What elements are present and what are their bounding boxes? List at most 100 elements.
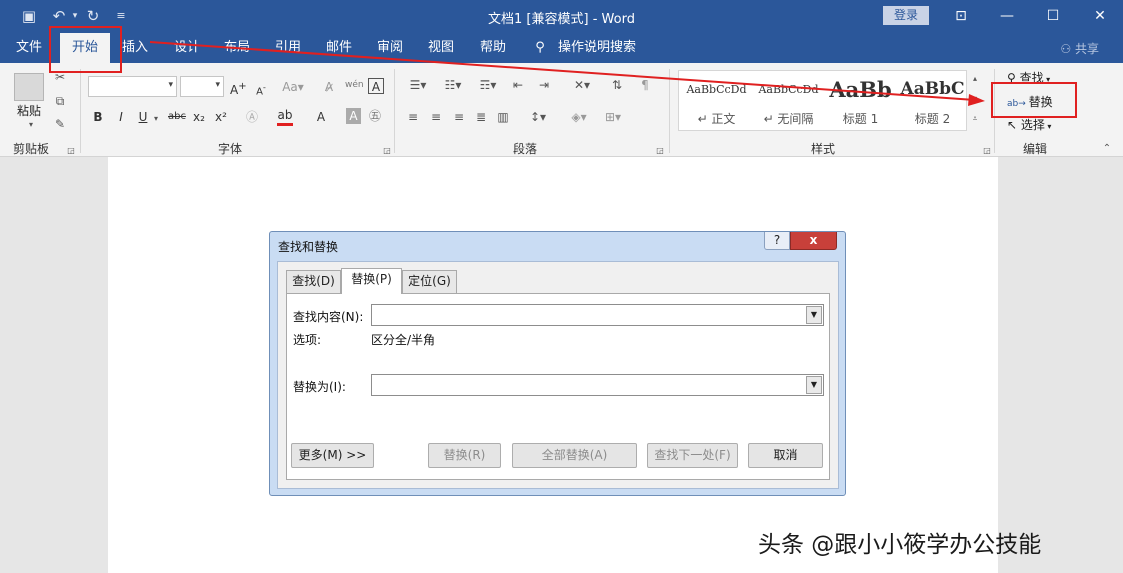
tab-goto[interactable]: 定位(G) [402,270,457,293]
separator [394,69,395,153]
styles-group-label: 样式 [810,142,835,156]
undo-dropdown-icon[interactable]: ▾ [66,7,84,25]
italic-button[interactable]: I [115,109,127,125]
chevron-down-icon[interactable]: ▼ [806,376,822,394]
superscript-button[interactable]: x² [214,109,228,125]
ribbon-tabs: 文件 开始 插入 设计 布局 引用 邮件 审阅 视图 帮助 ⚲ 操作说明搜索 ⚇… [0,33,1123,63]
phonetic-guide-icon[interactable]: wén [345,77,364,93]
chevron-down-icon: ▾ [215,80,220,90]
style-normal[interactable]: AaBbCcDd ↵ 正文 [681,71,752,130]
distributed-icon[interactable]: ▥ [495,109,511,125]
tab-find[interactable]: 查找(D) [286,270,341,293]
tab-layout[interactable]: 布局 [216,33,258,63]
styles-more-icon[interactable]: ⩡ [968,111,982,127]
find-next-button[interactable]: 查找下一处(F) [647,443,738,468]
ribbon: 粘贴 ▾ ✂ ⧉ ✎ 剪贴板 ◲ ▾ ▾ A+ A- Aa▾ A̷ wén A … [0,63,1123,157]
align-left-icon[interactable]: ≡ [405,109,421,125]
text-effects-icon[interactable]: Ⓐ [245,109,259,125]
paragraph-group-label: 段落 [512,142,537,156]
copy-icon[interactable]: ⧉ [52,93,68,109]
separator [80,69,81,153]
highlight-color-icon[interactable]: ab [277,107,293,126]
font-color-icon[interactable]: A [314,109,328,125]
replace-with-input[interactable]: ▼ [371,374,824,396]
multilevel-list-icon[interactable]: ☶▾ [475,77,501,93]
style-heading-2[interactable]: AaBbC 标题 2 [897,71,968,130]
shading-icon[interactable]: ◈▾ [566,109,592,125]
share-button[interactable]: ⚇ 共享 [1060,40,1099,57]
borders-icon[interactable]: ⊞▾ [600,109,626,125]
format-painter-icon[interactable]: ✎ [52,116,68,132]
tab-help[interactable]: 帮助 [472,33,514,63]
replace-all-button[interactable]: 全部替换(A) [512,443,637,468]
style-name: ↵ 正文 [697,112,736,126]
close-window-icon[interactable]: ✕ [1077,0,1123,32]
character-shading-icon[interactable]: A [346,108,361,124]
align-center-icon[interactable]: ≡ [428,109,444,125]
bold-button[interactable]: B [92,109,104,125]
select-button[interactable]: ↖ 选择 ▾ [1007,116,1051,133]
decrease-indent-icon[interactable]: ⇤ [510,77,526,93]
tab-review[interactable]: 审阅 [369,33,411,63]
style-heading-1[interactable]: AaBb 标题 1 [825,71,896,130]
customize-qat-icon[interactable]: ≡ [112,7,130,25]
find-what-input[interactable]: ▼ [371,304,824,326]
align-right-icon[interactable]: ≡ [451,109,467,125]
tab-references[interactable]: 引用 [267,33,309,63]
chevron-down-icon: ▾ [168,80,173,90]
sort-icon[interactable]: ⇅ [609,77,625,93]
save-icon[interactable]: ▣ [20,7,38,25]
increase-indent-icon[interactable]: ⇥ [536,77,552,93]
style-sample: AaBb [829,77,892,102]
annotation-box-home-tab [49,26,122,73]
font-name-combo[interactable]: ▾ [88,76,177,97]
styles-scroll-down-icon[interactable]: ▾ [968,91,982,107]
editing-group-label: 编辑 [1022,142,1047,156]
tab-mailings[interactable]: 邮件 [318,33,360,63]
style-sample: AaBbCcDd [758,83,819,96]
styles-scroll-up-icon[interactable]: ▴ [968,71,982,87]
subscript-button[interactable]: x₂ [192,109,206,125]
tab-view[interactable]: 视图 [420,33,462,63]
watermark-text: 头条 @跟小小筱学办公技能 [758,532,1042,558]
paste-icon[interactable] [14,73,44,101]
tab-file[interactable]: 文件 [8,33,50,63]
shrink-font-icon[interactable]: A- [254,79,268,100]
replace-button[interactable]: 替换(R) [428,443,501,468]
show-marks-icon[interactable]: ¶ [637,77,653,93]
bullets-icon[interactable]: ☰▾ [405,77,431,93]
underline-dropdown-icon[interactable]: ▾ [152,111,160,127]
strikethrough-button[interactable]: abc [166,109,188,125]
change-case-icon[interactable]: Aa▾ [280,79,306,95]
font-size-combo[interactable]: ▾ [180,76,224,97]
more-button[interactable]: 更多(M) >> [291,443,374,468]
person-icon: ⚇ [1060,42,1075,56]
justify-icon[interactable]: ≣ [473,109,489,125]
redo-icon[interactable]: ↻ [84,7,102,25]
minimize-icon[interactable]: — [984,0,1030,32]
collapse-ribbon-icon[interactable]: ⌃ [1100,141,1114,157]
tab-design[interactable]: 设计 [166,33,208,63]
tab-replace[interactable]: 替换(P) [341,268,402,294]
login-button[interactable]: 登录 [883,6,929,25]
chevron-down-icon[interactable]: ▼ [806,306,822,324]
enclose-characters-icon[interactable]: ㊄ [367,108,383,124]
close-dialog-button[interactable]: x [790,232,837,250]
help-button[interactable]: ? [764,232,790,250]
chinese-layout-icon[interactable]: ✕▾ [569,77,595,93]
style-no-spacing[interactable]: AaBbCcDd ↵ 无间隔 [753,71,824,130]
paste-dropdown-icon[interactable]: ▾ [26,117,36,133]
cancel-button[interactable]: 取消 [748,443,823,468]
line-spacing-icon[interactable]: ↕▾ [525,109,551,125]
character-border-icon[interactable]: A [368,78,384,94]
tell-me-search[interactable]: 操作说明搜索 [557,33,637,63]
maximize-icon[interactable]: ☐ [1030,0,1076,32]
clear-formatting-icon[interactable]: A̷ [321,79,337,95]
underline-button[interactable]: U [137,109,149,125]
options-label: 选项: [293,333,322,347]
style-name: 标题 1 [842,112,879,126]
grow-font-icon[interactable]: A+ [230,79,247,98]
title-bar: ▣ ↶ ▾ ↻ ≡ 文档1 [兼容模式] - Word 登录 ⊡ — ☐ ✕ [0,0,1123,33]
numbering-icon[interactable]: ☷▾ [440,77,466,93]
ribbon-display-options-icon[interactable]: ⊡ [938,0,984,32]
